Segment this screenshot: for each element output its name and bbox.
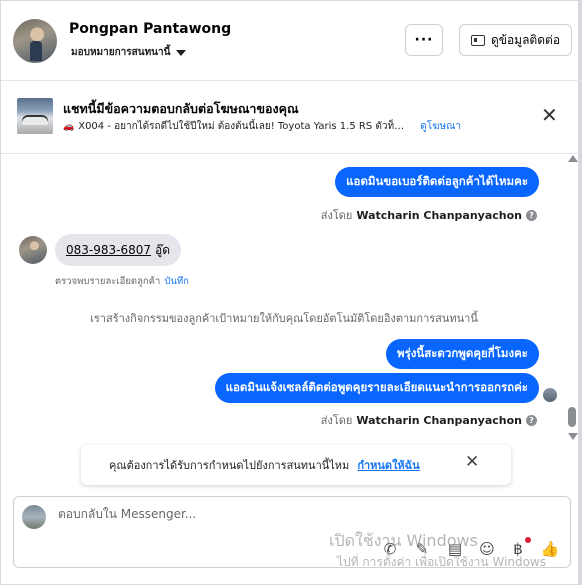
outgoing-message[interactable]: พรุ่งนี้สะดวกพูดคุยกี่โมงคะ bbox=[385, 339, 539, 369]
info-icon[interactable]: ? bbox=[526, 209, 537, 221]
scroll-up-arrow-icon[interactable] bbox=[568, 155, 578, 162]
sender-name: Watcharin Chanpanyachon bbox=[356, 413, 522, 427]
contact-avatar[interactable] bbox=[13, 19, 57, 63]
chevron-down-icon bbox=[176, 49, 187, 56]
more-options-button[interactable]: ··· bbox=[405, 24, 443, 56]
reply-input[interactable] bbox=[58, 507, 458, 521]
incoming-message[interactable]: 083-983-6807 อู๊ด bbox=[55, 234, 182, 266]
sent-by-label: ส่งโดย Watcharin Chanpanyachon ? bbox=[321, 206, 537, 224]
notification-dot bbox=[525, 537, 531, 543]
info-icon[interactable]: ? bbox=[526, 414, 537, 426]
outgoing-message[interactable]: แอดมินแจ้งเซลล์ติดต่อพูดคุยรายละเอียดแนะ… bbox=[214, 373, 539, 403]
phone-number-link[interactable]: 083-983-6807 bbox=[66, 243, 151, 257]
assign-to-me-link[interactable]: กำหนดให้ฉัน bbox=[357, 456, 419, 474]
scroll-down-arrow-icon[interactable] bbox=[568, 433, 578, 440]
close-ad-banner-icon[interactable]: ✕ bbox=[541, 105, 558, 125]
contact-avatar-small bbox=[19, 236, 47, 264]
assign-tip-text: คุณต้องการได้รับการกำหนดไปยังการสนทนานี้… bbox=[109, 459, 350, 472]
windows-activation-subtext: ไปที่ การตั้งค่า เพื่อเปิดใช้งาน Windows bbox=[337, 555, 546, 569]
save-detail-link[interactable]: บันทึก bbox=[164, 274, 189, 289]
ad-reply-banner: แชทนี้มีข้อความตอบกลับต่อโฆษณาของคุณ 🚗 X… bbox=[1, 82, 579, 154]
contact-card-icon bbox=[470, 34, 485, 46]
assign-label: มอบหมายการสนทนานี้ bbox=[71, 47, 171, 58]
customer-detail-notice: ตรวจพบรายละเอียดลูกค้า บันทึก bbox=[55, 274, 189, 289]
windows-activation-watermark: เปิดใช้งาน Windows bbox=[329, 531, 478, 550]
chat-window: Pongpan Pantawong มอบหมายการสนทนานี้ ···… bbox=[0, 0, 582, 585]
contact-name[interactable]: Pongpan Pantawong bbox=[69, 21, 231, 37]
ad-thumbnail bbox=[17, 98, 53, 134]
sender-name: Watcharin Chanpanyachon bbox=[356, 208, 522, 222]
assign-conversation-dropdown[interactable]: มอบหมายการสนทนานี้ bbox=[71, 45, 187, 60]
car-icon: 🚗 bbox=[63, 121, 75, 132]
view-contact-label: ดูข้อมูลติดต่อ bbox=[490, 32, 561, 47]
ad-banner-details: 🚗 X004 - อยากได้รถดีไปใช้ปีใหม่ ต้องต้นน… bbox=[63, 119, 503, 134]
ad-text: X004 - อยากได้รถดีไปใช้ปีใหม่ ต้องต้นนี้… bbox=[78, 121, 409, 132]
sent-by-label: ส่งโดย Watcharin Chanpanyachon ? bbox=[321, 411, 537, 429]
view-ad-link[interactable]: ดูโฆษณา bbox=[420, 119, 461, 134]
conversation-header: Pongpan Pantawong มอบหมายการสนทนานี้ ···… bbox=[1, 1, 579, 81]
scrollbar-thumb[interactable] bbox=[568, 407, 576, 427]
customer-detail-text: ตรวจพบรายละเอียดลูกค้า bbox=[55, 276, 161, 287]
outgoing-message[interactable]: แอดมินขอเบอร์ติดต่อลูกค้าได้ไหมคะ bbox=[335, 167, 539, 197]
ad-banner-title: แชทนี้มีข้อความตอบกลับต่อโฆษณาของคุณ bbox=[63, 101, 299, 116]
close-tip-icon[interactable]: ✕ bbox=[465, 454, 479, 471]
assign-tip-card: คุณต้องการได้รับการกำหนดไปยังการสนทนานี้… bbox=[81, 445, 511, 485]
seen-avatar bbox=[543, 388, 557, 402]
incoming-message-text: อู๊ด bbox=[155, 242, 171, 257]
sent-by-prefix: ส่งโดย bbox=[320, 414, 353, 427]
system-message: เราสร้างกิจกรรมของลูกค้าเป้าหมายให้กับคุ… bbox=[90, 312, 478, 325]
page-avatar bbox=[22, 505, 46, 529]
view-contact-button[interactable]: ดูข้อมูลติดต่อ bbox=[459, 24, 572, 56]
sent-by-prefix: ส่งโดย bbox=[320, 209, 353, 222]
